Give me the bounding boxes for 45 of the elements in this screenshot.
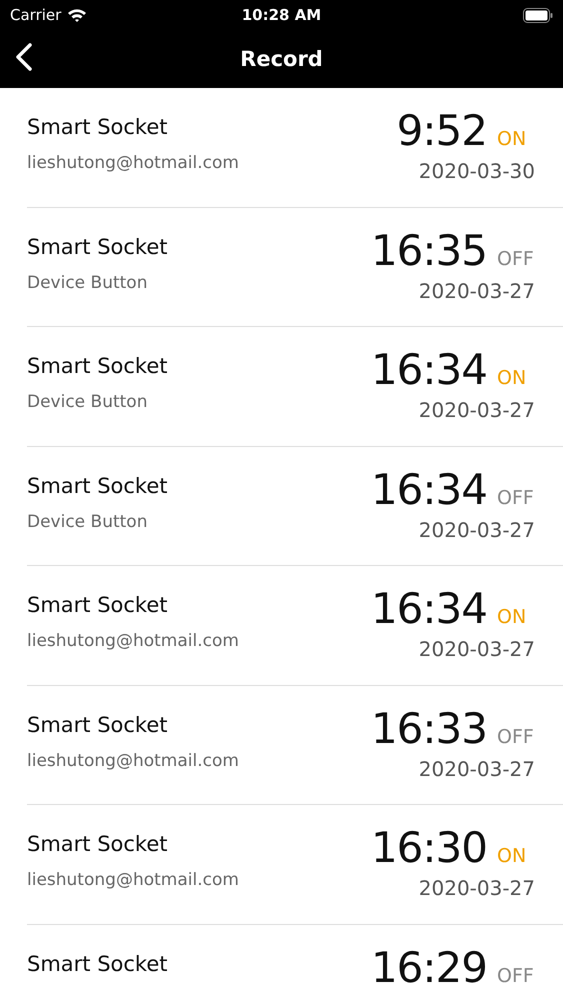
record-source: lieshutong@hotmail.com — [27, 153, 239, 173]
record-source: Device Button — [27, 392, 148, 412]
status-time: 10:28 AM — [242, 6, 322, 24]
page-title: Record — [240, 47, 323, 71]
device-name: Smart Socket — [27, 712, 168, 736]
record-time: 16:34 — [370, 345, 487, 394]
record-source: Device Button — [27, 512, 148, 532]
record-date: 2020-03-27 — [418, 398, 535, 422]
device-name: Smart Socket — [27, 474, 168, 498]
record-source: lieshutong@hotmail.com — [27, 750, 239, 770]
device-name: Smart Socket — [27, 952, 168, 976]
record-time: 16:29 — [370, 942, 487, 992]
device-name: Smart Socket — [27, 593, 168, 617]
record-time: 16:30 — [370, 823, 487, 872]
record-time: 16:33 — [370, 704, 487, 752]
carrier-label: Carrier — [10, 6, 62, 24]
record-date: 2020-03-27 — [418, 278, 535, 302]
record-source: lieshutong@hotmail.com — [27, 631, 239, 651]
back-icon — [14, 42, 34, 72]
wifi-icon — [67, 8, 88, 22]
record-source: Device Button — [27, 272, 148, 292]
record-date: 2020-03-27 — [418, 756, 535, 780]
record-source: lieshutong@hotmail.com — [27, 870, 239, 890]
device-name: Smart Socket — [27, 354, 168, 378]
record-time: 9:52 — [396, 106, 487, 155]
switch-state: ON — [497, 606, 528, 628]
record-date: 2020-03-27 — [418, 876, 535, 900]
battery-icon — [523, 8, 553, 22]
record-date: 2020-03-30 — [418, 159, 535, 183]
record-time: 16:34 — [370, 584, 487, 633]
switch-state: ON — [497, 367, 528, 389]
switch-state: OFF — [497, 964, 535, 986]
record-date: 2020-03-27 — [418, 637, 535, 661]
switch-state: ON — [497, 128, 528, 150]
record-date: 2020-03-27 — [418, 518, 535, 542]
device-name: Smart Socket — [27, 234, 168, 258]
switch-state: OFF — [497, 248, 535, 270]
switch-state: ON — [497, 845, 528, 867]
record-time: 16:34 — [370, 464, 487, 514]
device-name: Smart Socket — [27, 832, 168, 856]
device-name: Smart Socket — [27, 115, 168, 139]
switch-state: OFF — [497, 486, 535, 508]
record-time: 16:35 — [370, 226, 487, 274]
switch-state: OFF — [497, 726, 535, 748]
back-button[interactable] — [14, 42, 34, 72]
